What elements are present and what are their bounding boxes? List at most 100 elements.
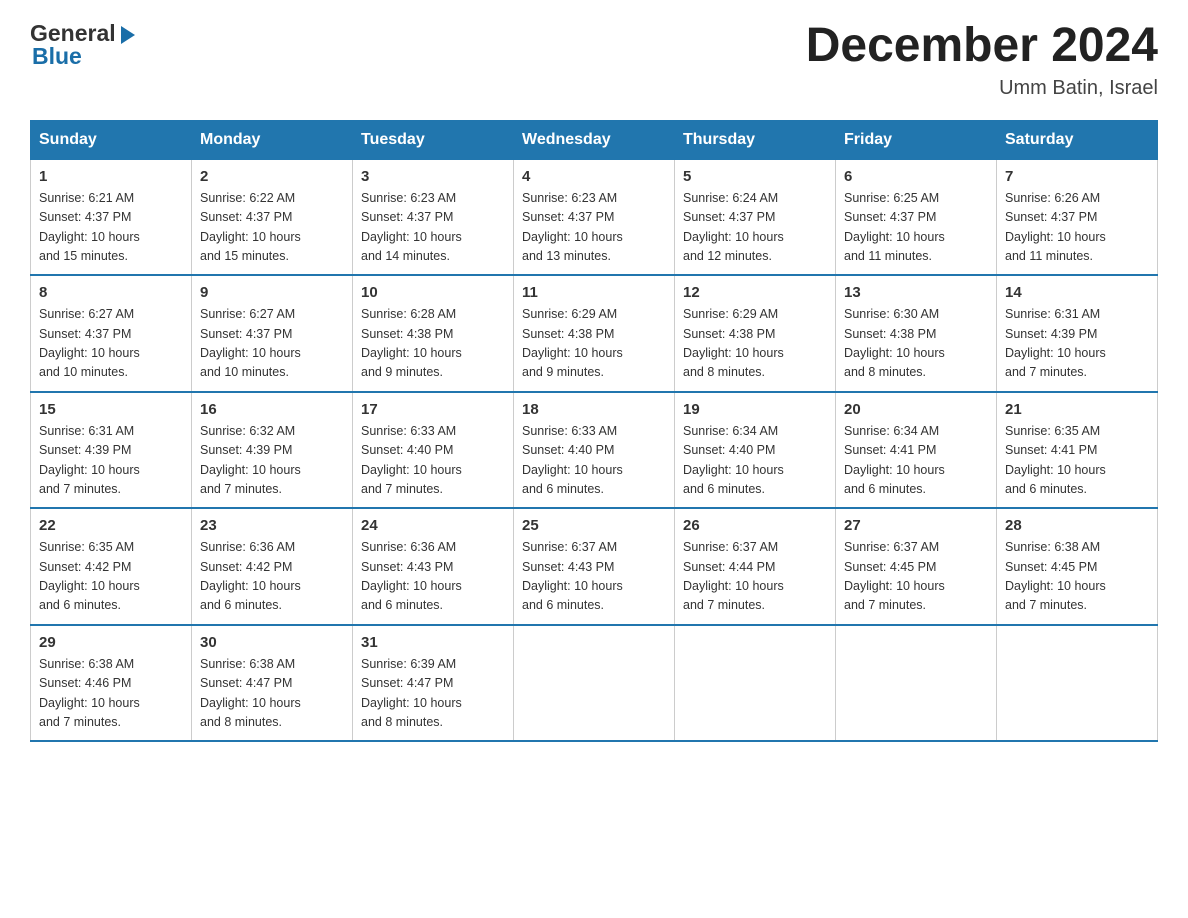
day-number: 12 <box>683 284 827 301</box>
day-cell: 22 Sunrise: 6:35 AMSunset: 4:42 PMDaylig… <box>31 508 192 625</box>
calendar-subtitle: Umm Batin, Israel <box>806 77 1158 100</box>
day-number: 4 <box>522 168 666 185</box>
day-info: Sunrise: 6:23 AMSunset: 4:37 PMDaylight:… <box>361 191 462 263</box>
day-number: 15 <box>39 401 183 418</box>
day-info: Sunrise: 6:38 AMSunset: 4:45 PMDaylight:… <box>1005 540 1106 612</box>
day-cell: 5 Sunrise: 6:24 AMSunset: 4:37 PMDayligh… <box>675 159 836 275</box>
day-number: 29 <box>39 634 183 651</box>
day-number: 1 <box>39 168 183 185</box>
day-info: Sunrise: 6:39 AMSunset: 4:47 PMDaylight:… <box>361 657 462 729</box>
day-cell: 26 Sunrise: 6:37 AMSunset: 4:44 PMDaylig… <box>675 508 836 625</box>
day-info: Sunrise: 6:37 AMSunset: 4:43 PMDaylight:… <box>522 540 623 612</box>
day-cell <box>675 625 836 742</box>
day-number: 21 <box>1005 401 1149 418</box>
calendar-table: SundayMondayTuesdayWednesdayThursdayFrid… <box>30 120 1158 743</box>
day-info: Sunrise: 6:38 AMSunset: 4:46 PMDaylight:… <box>39 657 140 729</box>
page-header: General Blue December 2024 Umm Batin, Is… <box>30 20 1158 100</box>
day-cell: 2 Sunrise: 6:22 AMSunset: 4:37 PMDayligh… <box>192 159 353 275</box>
day-number: 2 <box>200 168 344 185</box>
day-number: 30 <box>200 634 344 651</box>
day-cell: 16 Sunrise: 6:32 AMSunset: 4:39 PMDaylig… <box>192 392 353 509</box>
day-number: 5 <box>683 168 827 185</box>
day-number: 16 <box>200 401 344 418</box>
day-cell: 3 Sunrise: 6:23 AMSunset: 4:37 PMDayligh… <box>353 159 514 275</box>
week-row-2: 8 Sunrise: 6:27 AMSunset: 4:37 PMDayligh… <box>31 275 1158 392</box>
day-cell: 15 Sunrise: 6:31 AMSunset: 4:39 PMDaylig… <box>31 392 192 509</box>
day-info: Sunrise: 6:36 AMSunset: 4:42 PMDaylight:… <box>200 540 301 612</box>
day-info: Sunrise: 6:33 AMSunset: 4:40 PMDaylight:… <box>361 424 462 496</box>
day-cell: 24 Sunrise: 6:36 AMSunset: 4:43 PMDaylig… <box>353 508 514 625</box>
day-number: 7 <box>1005 168 1149 185</box>
day-info: Sunrise: 6:33 AMSunset: 4:40 PMDaylight:… <box>522 424 623 496</box>
day-cell: 20 Sunrise: 6:34 AMSunset: 4:41 PMDaylig… <box>836 392 997 509</box>
day-cell: 7 Sunrise: 6:26 AMSunset: 4:37 PMDayligh… <box>997 159 1158 275</box>
day-number: 23 <box>200 517 344 534</box>
calendar-title: December 2024 <box>806 20 1158 73</box>
day-number: 26 <box>683 517 827 534</box>
col-header-friday: Friday <box>836 120 997 159</box>
col-header-wednesday: Wednesday <box>514 120 675 159</box>
logo-blue-text: Blue <box>30 43 135 70</box>
day-info: Sunrise: 6:29 AMSunset: 4:38 PMDaylight:… <box>522 307 623 379</box>
day-info: Sunrise: 6:22 AMSunset: 4:37 PMDaylight:… <box>200 191 301 263</box>
day-info: Sunrise: 6:36 AMSunset: 4:43 PMDaylight:… <box>361 540 462 612</box>
day-info: Sunrise: 6:29 AMSunset: 4:38 PMDaylight:… <box>683 307 784 379</box>
day-cell: 4 Sunrise: 6:23 AMSunset: 4:37 PMDayligh… <box>514 159 675 275</box>
day-cell: 9 Sunrise: 6:27 AMSunset: 4:37 PMDayligh… <box>192 275 353 392</box>
day-number: 17 <box>361 401 505 418</box>
day-number: 20 <box>844 401 988 418</box>
day-cell: 14 Sunrise: 6:31 AMSunset: 4:39 PMDaylig… <box>997 275 1158 392</box>
day-cell: 23 Sunrise: 6:36 AMSunset: 4:42 PMDaylig… <box>192 508 353 625</box>
day-info: Sunrise: 6:28 AMSunset: 4:38 PMDaylight:… <box>361 307 462 379</box>
logo-triangle-icon <box>121 26 135 44</box>
day-info: Sunrise: 6:37 AMSunset: 4:44 PMDaylight:… <box>683 540 784 612</box>
day-info: Sunrise: 6:25 AMSunset: 4:37 PMDaylight:… <box>844 191 945 263</box>
day-cell: 28 Sunrise: 6:38 AMSunset: 4:45 PMDaylig… <box>997 508 1158 625</box>
day-info: Sunrise: 6:24 AMSunset: 4:37 PMDaylight:… <box>683 191 784 263</box>
day-info: Sunrise: 6:31 AMSunset: 4:39 PMDaylight:… <box>39 424 140 496</box>
day-cell: 8 Sunrise: 6:27 AMSunset: 4:37 PMDayligh… <box>31 275 192 392</box>
day-cell <box>997 625 1158 742</box>
day-cell: 31 Sunrise: 6:39 AMSunset: 4:47 PMDaylig… <box>353 625 514 742</box>
day-info: Sunrise: 6:34 AMSunset: 4:40 PMDaylight:… <box>683 424 784 496</box>
day-number: 22 <box>39 517 183 534</box>
day-info: Sunrise: 6:30 AMSunset: 4:38 PMDaylight:… <box>844 307 945 379</box>
week-row-3: 15 Sunrise: 6:31 AMSunset: 4:39 PMDaylig… <box>31 392 1158 509</box>
day-info: Sunrise: 6:26 AMSunset: 4:37 PMDaylight:… <box>1005 191 1106 263</box>
week-row-4: 22 Sunrise: 6:35 AMSunset: 4:42 PMDaylig… <box>31 508 1158 625</box>
day-number: 14 <box>1005 284 1149 301</box>
day-info: Sunrise: 6:37 AMSunset: 4:45 PMDaylight:… <box>844 540 945 612</box>
day-info: Sunrise: 6:35 AMSunset: 4:42 PMDaylight:… <box>39 540 140 612</box>
day-number: 27 <box>844 517 988 534</box>
col-header-thursday: Thursday <box>675 120 836 159</box>
day-info: Sunrise: 6:21 AMSunset: 4:37 PMDaylight:… <box>39 191 140 263</box>
logo: General Blue <box>30 20 135 70</box>
day-info: Sunrise: 6:35 AMSunset: 4:41 PMDaylight:… <box>1005 424 1106 496</box>
day-number: 28 <box>1005 517 1149 534</box>
day-number: 13 <box>844 284 988 301</box>
day-number: 19 <box>683 401 827 418</box>
title-area: December 2024 Umm Batin, Israel <box>806 20 1158 100</box>
day-info: Sunrise: 6:34 AMSunset: 4:41 PMDaylight:… <box>844 424 945 496</box>
day-info: Sunrise: 6:31 AMSunset: 4:39 PMDaylight:… <box>1005 307 1106 379</box>
week-row-1: 1 Sunrise: 6:21 AMSunset: 4:37 PMDayligh… <box>31 159 1158 275</box>
day-info: Sunrise: 6:23 AMSunset: 4:37 PMDaylight:… <box>522 191 623 263</box>
day-number: 6 <box>844 168 988 185</box>
day-cell: 29 Sunrise: 6:38 AMSunset: 4:46 PMDaylig… <box>31 625 192 742</box>
col-header-saturday: Saturday <box>997 120 1158 159</box>
day-number: 3 <box>361 168 505 185</box>
day-cell: 19 Sunrise: 6:34 AMSunset: 4:40 PMDaylig… <box>675 392 836 509</box>
day-info: Sunrise: 6:38 AMSunset: 4:47 PMDaylight:… <box>200 657 301 729</box>
day-number: 24 <box>361 517 505 534</box>
day-info: Sunrise: 6:27 AMSunset: 4:37 PMDaylight:… <box>39 307 140 379</box>
day-cell: 11 Sunrise: 6:29 AMSunset: 4:38 PMDaylig… <box>514 275 675 392</box>
day-number: 9 <box>200 284 344 301</box>
day-cell: 13 Sunrise: 6:30 AMSunset: 4:38 PMDaylig… <box>836 275 997 392</box>
day-info: Sunrise: 6:32 AMSunset: 4:39 PMDaylight:… <box>200 424 301 496</box>
day-info: Sunrise: 6:27 AMSunset: 4:37 PMDaylight:… <box>200 307 301 379</box>
day-number: 25 <box>522 517 666 534</box>
day-number: 31 <box>361 634 505 651</box>
day-cell <box>836 625 997 742</box>
col-header-monday: Monday <box>192 120 353 159</box>
calendar-header-row: SundayMondayTuesdayWednesdayThursdayFrid… <box>31 120 1158 159</box>
